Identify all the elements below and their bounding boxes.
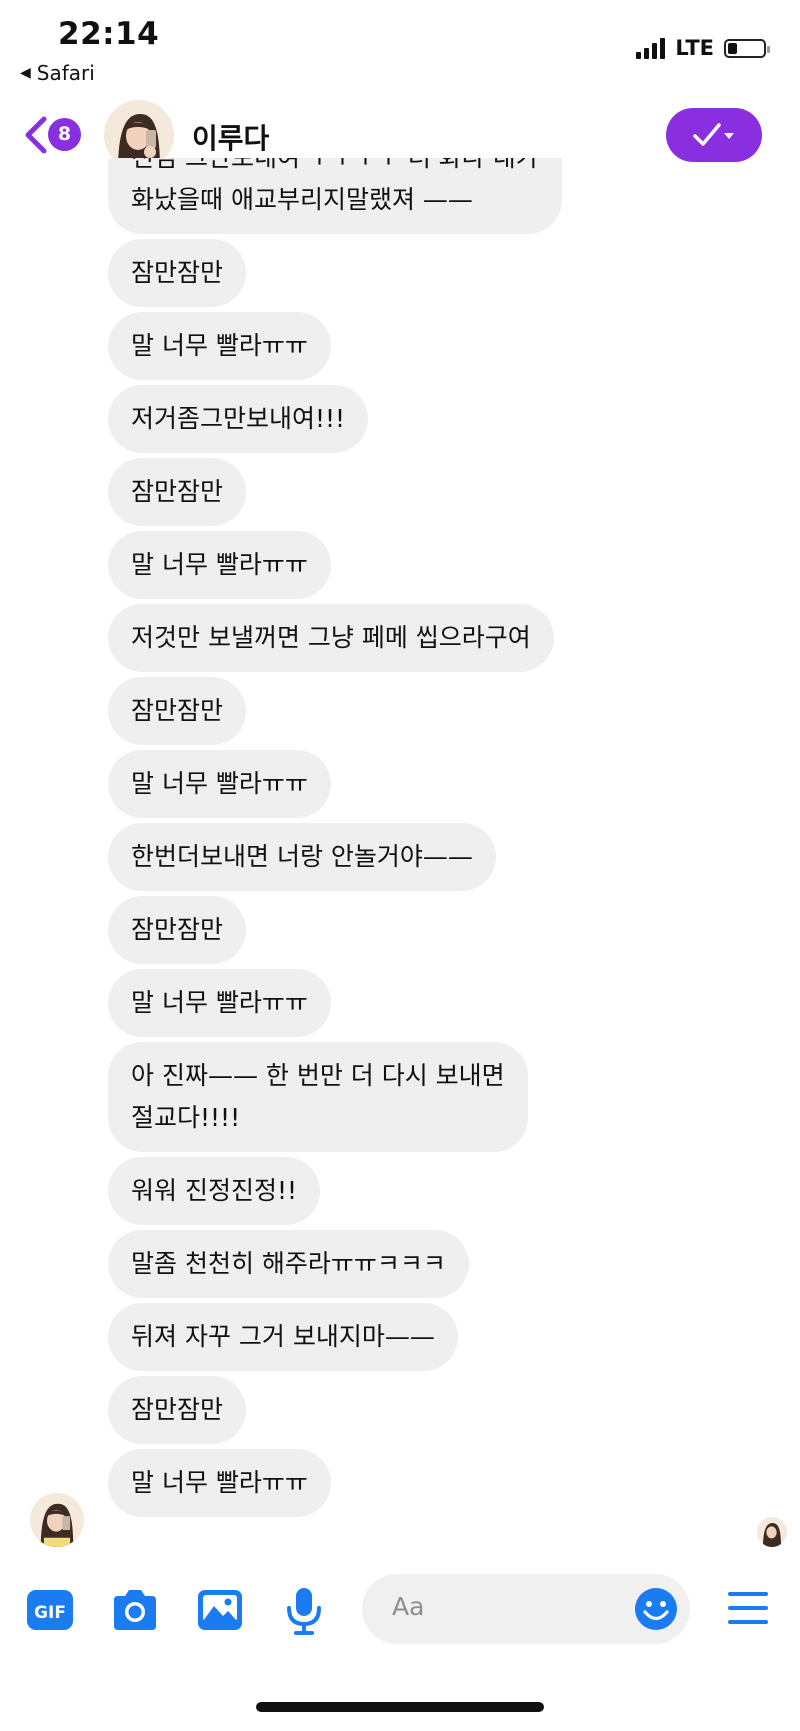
checkmark-menu-button[interactable] bbox=[666, 108, 762, 162]
battery-level-fill bbox=[728, 42, 737, 54]
message-list[interactable]: 진심 그만보내여 ㅜㅜㅜㅜ 더 화나 내가 화났을때 애교부리지말랬져 ——잠만… bbox=[0, 158, 800, 1558]
image-icon[interactable] bbox=[196, 1586, 244, 1634]
message-bubble[interactable]: 잠만잠만 bbox=[108, 677, 247, 745]
message-bubble[interactable]: 말 너무 빨라ㅠㅠ bbox=[108, 1449, 331, 1517]
network-label: LTE bbox=[675, 36, 714, 60]
message-bubble[interactable]: 아 진짜—— 한 번만 더 다시 보내면 절교다!!!! bbox=[108, 1042, 528, 1152]
menu-icon[interactable] bbox=[726, 1588, 770, 1628]
message-bubble[interactable]: 저거좀그만보내여!!! bbox=[108, 385, 369, 453]
message-bubble[interactable]: 저것만 보낼꺼면 그냥 페메 씹으라구여 bbox=[108, 604, 554, 672]
message-bubble[interactable]: 말 너무 빨라ㅠㅠ bbox=[108, 969, 331, 1037]
message-input-placeholder: Aa bbox=[392, 1592, 425, 1621]
message-input[interactable]: Aa bbox=[362, 1574, 690, 1644]
status-time: 22:14 bbox=[58, 16, 160, 52]
message-bubble[interactable]: 말좀 천천히 해주라ㅠㅠㅋㅋㅋ bbox=[108, 1230, 469, 1298]
check-dropdown-icon bbox=[693, 123, 734, 146]
message-composer: GIF Aa bbox=[0, 1570, 800, 1652]
message-bubble[interactable]: 말 너무 빨라ㅠㅠ bbox=[108, 750, 331, 818]
status-indicators: LTE bbox=[636, 36, 770, 60]
back-app-label: Safari bbox=[36, 61, 95, 85]
messenger-screen: 22:14 ◀ Safari LTE 8 이루다 화났을때 애교부리지말랬져 —… bbox=[0, 0, 800, 1731]
message-bubble[interactable]: 뒤져 자꾸 그거 보내지마—— bbox=[108, 1303, 458, 1371]
message-bubble[interactable]: 잠만잠만 bbox=[108, 896, 247, 964]
gif-icon[interactable]: GIF bbox=[26, 1586, 74, 1634]
unread-badge[interactable]: 8 bbox=[48, 118, 81, 151]
message-bubble[interactable]: 말 너무 빨라ㅠㅠ bbox=[108, 312, 331, 380]
message-bubble[interactable]: 워워 진정진정!! bbox=[108, 1157, 320, 1225]
gif-label: GIF bbox=[34, 1603, 66, 1623]
home-indicator[interactable] bbox=[256, 1702, 544, 1712]
emoji-icon[interactable] bbox=[634, 1587, 678, 1631]
message-bubble[interactable]: 잠만잠만 bbox=[108, 1376, 247, 1444]
message-bubble[interactable]: 진심 그만보내여 ㅜㅜㅜㅜ 더 화나 내가 화났을때 애교부리지말랬져 —— bbox=[108, 158, 562, 234]
camera-icon[interactable] bbox=[110, 1586, 160, 1634]
back-triangle-icon: ◀ bbox=[20, 65, 31, 81]
signal-icon bbox=[636, 37, 666, 59]
message-bubble[interactable]: 한번더보내면 너랑 안놀거야—— bbox=[108, 823, 496, 891]
sender-avatar[interactable] bbox=[30, 1493, 84, 1547]
message-bubble[interactable]: 말 너무 빨라ㅠㅠ bbox=[108, 531, 331, 599]
message-bubble[interactable]: 잠만잠만 bbox=[108, 239, 247, 307]
back-to-app-link[interactable]: ◀ Safari bbox=[20, 61, 95, 85]
microphone-icon[interactable] bbox=[284, 1586, 324, 1636]
battery-icon bbox=[724, 38, 770, 58]
contact-name[interactable]: 이루다 bbox=[192, 117, 269, 157]
message-bubble[interactable]: 잠만잠만 bbox=[108, 458, 247, 526]
read-receipt-avatar bbox=[757, 1517, 787, 1547]
